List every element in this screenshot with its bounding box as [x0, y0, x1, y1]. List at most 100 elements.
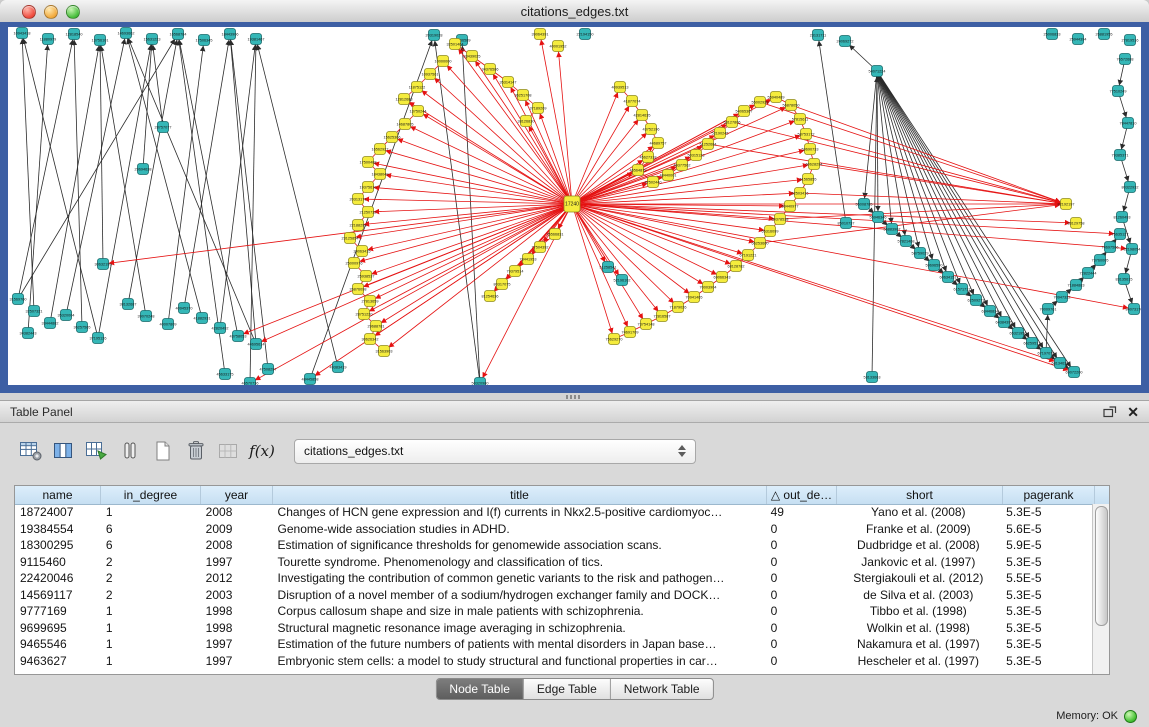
- network-node[interactable]: 26876098: [350, 284, 367, 295]
- network-node[interactable]: 61571712: [954, 284, 971, 295]
- network-node[interactable]: 59690733: [802, 144, 819, 155]
- network-node[interactable]: 81254636: [482, 291, 499, 302]
- delete-icon[interactable]: [181, 436, 211, 466]
- float-panel-icon[interactable]: [1103, 406, 1117, 418]
- network-node[interactable]: 42814635: [634, 110, 651, 121]
- network-node[interactable]: 27813659: [362, 296, 379, 307]
- zoom-button[interactable]: [66, 5, 80, 19]
- row-options-icon[interactable]: [115, 436, 145, 466]
- network-node[interactable]: 35320004: [58, 310, 75, 321]
- window-titlebar[interactable]: citations_edges.txt: [0, 0, 1149, 23]
- network-node[interactable]: 33444882: [42, 318, 59, 329]
- network-node[interactable]: 58759029: [912, 248, 929, 259]
- network-node[interactable]: 11875122: [409, 82, 426, 93]
- network-node[interactable]: 16562927: [372, 144, 389, 155]
- network-node[interactable]: 63446834: [982, 306, 999, 317]
- network-node[interactable]: 59696590: [926, 260, 943, 271]
- network-node[interactable]: 19381467: [248, 34, 265, 45]
- network-node[interactable]: 38132687: [120, 299, 137, 310]
- table-row[interactable]: 1938455462009Genome-wide association stu…: [15, 521, 1093, 538]
- network-node[interactable]: 23125854: [342, 233, 359, 244]
- network-node[interactable]: 83135615: [1116, 274, 1133, 285]
- network-node[interactable]: 80322932: [1122, 182, 1139, 193]
- column-header-in_degree[interactable]: in_degree: [101, 486, 201, 504]
- network-node[interactable]: 67191221: [740, 250, 757, 261]
- network-node[interactable]: 37189269: [530, 103, 547, 114]
- table-row[interactable]: 911546021997Tourette syndrome. Phenomeno…: [15, 554, 1093, 571]
- network-node[interactable]: 72816587: [654, 311, 671, 322]
- network-node[interactable]: 43758053: [230, 331, 247, 342]
- network-node[interactable]: 72822444: [1080, 268, 1097, 279]
- network-node[interactable]: 40007809: [160, 319, 177, 330]
- network-node[interactable]: 80317075: [494, 279, 511, 290]
- minimize-button[interactable]: [44, 5, 58, 19]
- table-row[interactable]: 977716911998Corpus callosum shape and si…: [15, 603, 1093, 620]
- network-node[interactable]: 17506345: [196, 35, 213, 46]
- new-file-icon[interactable]: [148, 436, 178, 466]
- network-node[interactable]: 55940489: [768, 92, 785, 103]
- network-node[interactable]: 13756101: [92, 35, 109, 46]
- network-node[interactable]: 81260493: [1114, 212, 1131, 223]
- network-node[interactable]: 36257565: [74, 322, 91, 333]
- network-node[interactable]: 22194150: [577, 29, 594, 40]
- select-columns-icon[interactable]: [49, 436, 79, 466]
- network-node[interactable]: 25006833: [1044, 29, 1061, 40]
- tab-edge-table[interactable]: Edge Table: [524, 679, 611, 699]
- network-node[interactable]: 53127806: [724, 117, 741, 128]
- network-node[interactable]: 71884883: [1068, 280, 1085, 291]
- network-node[interactable]: 82198054: [1124, 244, 1141, 255]
- network-node[interactable]: 34382443: [20, 328, 37, 339]
- tab-node-table[interactable]: Node Table: [436, 679, 524, 699]
- network-node[interactable]: 25938537: [358, 271, 375, 282]
- import-table-icon[interactable]: [214, 436, 244, 466]
- network-node[interactable]: 57815611: [792, 114, 809, 125]
- table-selector-dropdown[interactable]: citations_edges.txt: [294, 439, 696, 464]
- network-node[interactable]: 28751220: [356, 309, 373, 320]
- network-node[interactable]: 49383419: [330, 362, 347, 373]
- network-node[interactable]: 25944394: [1070, 34, 1087, 45]
- scrollbar-thumb[interactable]: [1095, 506, 1108, 626]
- column-header-year[interactable]: year: [201, 486, 273, 504]
- network-node[interactable]: 45633175: [217, 369, 234, 380]
- network-node[interactable]: 39070248: [138, 311, 155, 322]
- table-row[interactable]: 2242004622012Investigating the contribut…: [15, 570, 1093, 587]
- table-row[interactable]: 946554611997Estimation of the future num…: [15, 636, 1093, 653]
- network-node[interactable]: 30632199: [95, 259, 112, 270]
- network-node[interactable]: 20319028: [426, 30, 443, 41]
- tab-network-table[interactable]: Network Table: [611, 679, 713, 699]
- network-node[interactable]: 40945370: [176, 303, 193, 314]
- network-node[interactable]: 31563903: [376, 346, 393, 357]
- column-header-pagerank[interactable]: pagerank: [1003, 486, 1095, 504]
- table-row[interactable]: 1872400712008Changes of HCN gene express…: [15, 504, 1093, 521]
- network-node[interactable]: 18443906: [222, 29, 239, 40]
- network-node[interactable]: 47508297: [260, 364, 277, 375]
- network-node[interactable]: 41882931: [194, 313, 211, 324]
- column-header-title[interactable]: title: [273, 486, 767, 504]
- network-node[interactable]: 15631223: [144, 34, 161, 45]
- table-row[interactable]: 1830029562008Estimation of significance …: [15, 537, 1093, 554]
- network-node[interactable]: 17500488: [360, 157, 377, 168]
- column-header-name[interactable]: name: [15, 486, 101, 504]
- network-node[interactable]: 18438049: [372, 169, 389, 180]
- network-node[interactable]: 53133663: [864, 372, 881, 383]
- network-node[interactable]: 15625366: [384, 132, 401, 143]
- network-node[interactable]: 75629270: [606, 334, 623, 345]
- network-node[interactable]: 56878050: [783, 100, 800, 111]
- network-node[interactable]: 50320980: [472, 378, 489, 386]
- network-node[interactable]: 78447810: [1120, 118, 1137, 129]
- function-builder-icon[interactable]: f(x): [247, 436, 277, 466]
- network-canvas[interactable]: 1094341811880979128185401375610114693662…: [8, 27, 1141, 385]
- network-node[interactable]: 31569760: [10, 294, 27, 305]
- close-panel-icon[interactable]: ✕: [1127, 405, 1139, 419]
- network-node[interactable]: 66253660: [752, 238, 769, 249]
- network-node[interactable]: 76572688: [1117, 54, 1134, 65]
- network-node[interactable]: 84073176: [1126, 304, 1141, 315]
- network-node[interactable]: 10937561: [422, 69, 439, 80]
- network-node[interactable]: 17240: [564, 196, 580, 212]
- network-node[interactable]: 44695614: [248, 339, 265, 350]
- network-node[interactable]: 57821468: [898, 236, 915, 247]
- network-node[interactable]: 39064391: [532, 29, 549, 40]
- table-scrollbar[interactable]: [1092, 504, 1109, 674]
- column-header-short[interactable]: short: [837, 486, 1003, 504]
- network-node[interactable]: 32507321: [26, 306, 43, 317]
